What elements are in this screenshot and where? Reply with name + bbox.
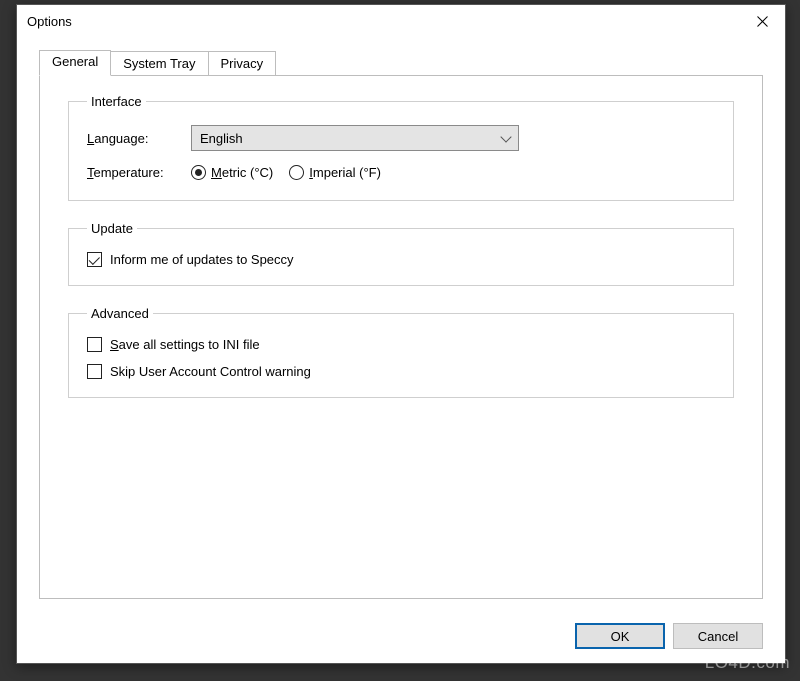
- radio-imperial-label: Imperial (°F): [309, 165, 381, 180]
- interface-group: Interface Language: English Temperature:…: [68, 94, 734, 201]
- interface-legend: Interface: [87, 94, 146, 109]
- radio-icon: [191, 165, 206, 180]
- tab-strip: General System Tray Privacy: [39, 51, 763, 76]
- language-label: Language:: [87, 131, 191, 146]
- uac-label: Skip User Account Control warning: [110, 364, 311, 379]
- radio-imperial[interactable]: Imperial (°F): [289, 165, 381, 180]
- radio-metric-label: Metric (°C): [211, 165, 273, 180]
- checkbox-icon: [87, 364, 102, 379]
- temperature-row: Temperature: Metric (°C) Imperial (°F): [87, 165, 715, 180]
- update-group: Update Inform me of updates to Speccy: [68, 221, 734, 286]
- update-legend: Update: [87, 221, 137, 236]
- radio-icon: [289, 165, 304, 180]
- checkbox-icon: [87, 337, 102, 352]
- advanced-legend: Advanced: [87, 306, 153, 321]
- ini-checkbox[interactable]: Save all settings to INI file: [87, 337, 715, 352]
- language-row: Language: English: [87, 125, 715, 151]
- uac-checkbox[interactable]: Skip User Account Control warning: [87, 364, 715, 379]
- tab-privacy[interactable]: Privacy: [208, 51, 277, 76]
- ok-button[interactable]: OK: [575, 623, 665, 649]
- tab-general[interactable]: General: [39, 50, 111, 76]
- language-select[interactable]: English: [191, 125, 519, 151]
- temperature-radio-group: Metric (°C) Imperial (°F): [191, 165, 381, 180]
- inform-updates-label: Inform me of updates to Speccy: [110, 252, 294, 267]
- window-title: Options: [27, 14, 72, 29]
- ini-label: Save all settings to INI file: [110, 337, 260, 352]
- tab-pane-general: Interface Language: English Temperature:…: [39, 75, 763, 599]
- radio-metric[interactable]: Metric (°C): [191, 165, 273, 180]
- dialog-footer: OK Cancel: [17, 611, 785, 663]
- tab-system-tray[interactable]: System Tray: [110, 51, 208, 76]
- cancel-button[interactable]: Cancel: [673, 623, 763, 649]
- chevron-down-icon: [500, 131, 511, 142]
- close-button[interactable]: [739, 6, 785, 36]
- advanced-group: Advanced Save all settings to INI file S…: [68, 306, 734, 398]
- language-value: English: [200, 131, 243, 146]
- close-icon: [757, 16, 768, 27]
- options-dialog: Options General System Tray Privacy Inte…: [16, 4, 786, 664]
- temperature-label: Temperature:: [87, 165, 191, 180]
- inform-updates-checkbox[interactable]: Inform me of updates to Speccy: [87, 252, 715, 267]
- watermark: LO4D.com: [705, 653, 790, 673]
- titlebar: Options: [17, 5, 785, 37]
- checkbox-icon: [87, 252, 102, 267]
- client-area: General System Tray Privacy Interface La…: [17, 37, 785, 611]
